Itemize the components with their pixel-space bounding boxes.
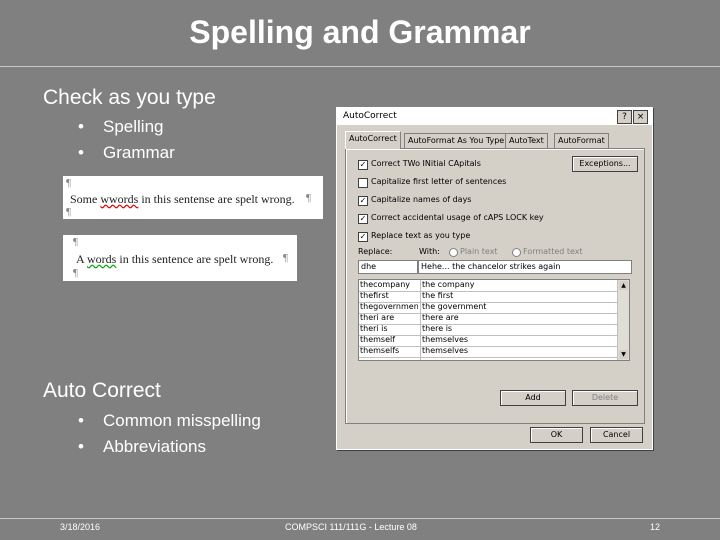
formatted-text-radio[interactable]	[512, 248, 521, 257]
grammar-example-image: ¶ A words in this sentence are spelt wro…	[63, 235, 297, 281]
dialog-title: AutoCorrect	[343, 111, 397, 121]
footer-date: 3/18/2016	[60, 522, 101, 532]
checkbox-label: Replace text as you type	[371, 231, 471, 240]
pilcrow-mark: ¶	[73, 236, 78, 248]
checkbox-label: Correct TWo INitial CApitals	[371, 159, 481, 168]
list-scrollbar[interactable]: ▲ ▼	[617, 280, 629, 360]
plain-text-radio[interactable]	[449, 248, 458, 257]
scroll-up-arrow-icon[interactable]: ▲	[619, 281, 628, 290]
with-label: With:	[419, 247, 440, 256]
autocorrect-panel: ✓ Correct TWo INitial CApitals Exception…	[345, 148, 645, 424]
bullet-list-check: Spelling Grammar	[78, 114, 175, 166]
table-row[interactable]: themselfs themselves	[359, 346, 618, 358]
spelling-example-text: Some wwords in this sentense are spelt w…	[70, 192, 295, 206]
autocorrect-dialog: AutoCorrect ? × AutoCorrect AutoFormat A…	[336, 107, 653, 450]
autocorrect-entries-list[interactable]: thecompany the company thefirst the first …	[358, 279, 630, 361]
footer-divider	[0, 518, 720, 519]
checkbox-replace-text[interactable]: ✓	[358, 232, 368, 242]
with-input[interactable]: Hehe... the chancelor strikes again	[418, 260, 632, 274]
pilcrow-mark: ¶	[66, 206, 71, 218]
footer-page-number: 12	[650, 522, 661, 532]
help-button[interactable]: ?	[617, 110, 632, 124]
checkbox-caps-lock[interactable]: ✓	[358, 214, 368, 224]
tab-autoformat-as-you-type[interactable]: AutoFormat As You Type	[404, 133, 509, 148]
plain-text-label: Plain text	[460, 247, 498, 256]
pilcrow-mark: ¶	[73, 267, 78, 279]
grammar-example-text: A words in this sentence are spelt wrong…	[76, 252, 274, 266]
checkbox-label: Capitalize first letter of sentences	[371, 177, 507, 186]
delete-button[interactable]: Delete	[572, 390, 638, 406]
section-heading-check-as-you-type: Check as you type	[43, 86, 216, 109]
ok-button[interactable]: OK	[530, 427, 583, 443]
scroll-down-arrow-icon[interactable]: ▼	[619, 350, 628, 359]
bullet-item: Grammar	[78, 140, 175, 166]
checkbox-label: Capitalize names of days	[371, 195, 472, 204]
add-button[interactable]: Add	[500, 390, 566, 406]
grammar-error-word: words	[87, 252, 117, 266]
section-heading-auto-correct: Auto Correct	[43, 379, 161, 402]
bullet-item: Abbreviations	[78, 434, 261, 460]
close-button[interactable]: ×	[633, 110, 648, 124]
bullet-item: Spelling	[78, 114, 175, 140]
bullet-item: Common misspelling	[78, 408, 261, 434]
pilcrow-mark: ¶	[66, 177, 71, 189]
dialog-title-bar: AutoCorrect ? ×	[337, 108, 652, 125]
footer-course: COMPSCI 111/111G - Lecture 08	[285, 522, 417, 532]
checkbox-two-initial-capitals[interactable]: ✓	[358, 160, 368, 170]
checkbox-capitalize-first-letter[interactable]	[358, 178, 368, 188]
bullet-list-autocorrect: Common misspelling Abbreviations	[78, 408, 261, 460]
checkbox-capitalize-days[interactable]: ✓	[358, 196, 368, 206]
cancel-button[interactable]: Cancel	[590, 427, 643, 443]
exceptions-button[interactable]: Exceptions...	[572, 156, 638, 172]
checkbox-label: Correct accidental usage of cAPS LOCK ke…	[371, 213, 544, 222]
misspelled-word: wwords	[100, 192, 139, 206]
formatted-text-label: Formatted text	[523, 247, 583, 256]
spelling-example-image: ¶ Some wwords in this sentense are spelt…	[63, 176, 323, 219]
slide-title: Spelling and Grammar	[189, 14, 531, 50]
tab-autocorrect[interactable]: AutoCorrect	[345, 131, 401, 149]
pilcrow-mark: ¶	[306, 192, 311, 204]
title-divider	[0, 66, 720, 67]
tab-autotext[interactable]: AutoText	[505, 133, 548, 148]
pilcrow-mark: ¶	[283, 252, 288, 264]
replace-input[interactable]: dhe	[358, 260, 418, 274]
tab-autoformat[interactable]: AutoFormat	[554, 133, 609, 148]
replace-label: Replace:	[358, 247, 393, 256]
